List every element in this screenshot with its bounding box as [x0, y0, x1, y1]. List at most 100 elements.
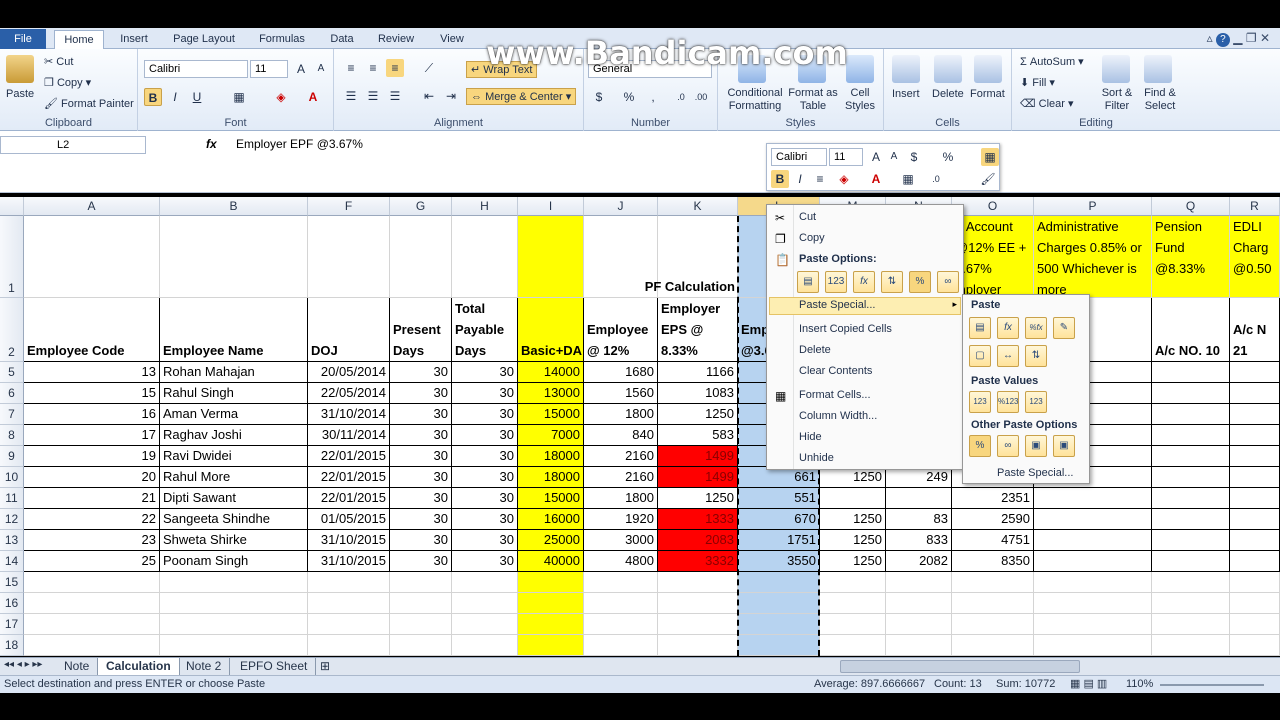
- table-cell[interactable]: 661: [738, 467, 820, 488]
- table-cell[interactable]: 15000: [518, 404, 584, 425]
- table-cell[interactable]: [658, 614, 738, 635]
- table-cell[interactable]: [1034, 635, 1152, 656]
- table-cell[interactable]: 13000: [518, 383, 584, 404]
- transpose-icon[interactable]: ⇅: [881, 271, 903, 293]
- table-cell[interactable]: [390, 593, 452, 614]
- table-cell[interactable]: [390, 614, 452, 635]
- mini-size-select[interactable]: 11: [829, 148, 863, 166]
- align-bottom-icon[interactable]: ≡: [386, 59, 404, 77]
- table-cell[interactable]: [1034, 530, 1152, 551]
- table-cell[interactable]: 551: [738, 488, 820, 509]
- table-cell[interactable]: [1230, 446, 1280, 467]
- table-cell[interactable]: [952, 635, 1034, 656]
- table-cell[interactable]: 30: [452, 404, 518, 425]
- table-cell[interactable]: Rahul More: [160, 467, 308, 488]
- row-header[interactable]: 6: [0, 383, 24, 404]
- linked-picture-icon[interactable]: ▣: [1053, 435, 1075, 457]
- table-cell[interactable]: 20: [24, 467, 160, 488]
- decrease-decimal-icon[interactable]: .00: [692, 88, 710, 106]
- table-cell[interactable]: 30: [390, 530, 452, 551]
- row-header[interactable]: 2: [0, 298, 24, 362]
- cell-q2[interactable]: A/c NO. 10: [1152, 298, 1230, 362]
- comma-button[interactable]: ,: [644, 88, 662, 106]
- mini-shrink-font-icon[interactable]: A: [885, 148, 903, 166]
- tab-page-layout[interactable]: Page Layout: [166, 30, 242, 49]
- sheet-tab-epfo-sheet[interactable]: EPFO Sheet: [232, 658, 317, 675]
- table-cell[interactable]: [518, 635, 584, 656]
- col-header-k[interactable]: K: [658, 197, 738, 216]
- table-cell[interactable]: [1230, 593, 1280, 614]
- row-header[interactable]: 17: [0, 614, 24, 635]
- mini-grow-font-icon[interactable]: A: [867, 148, 885, 166]
- cell-f2[interactable]: DOJ: [308, 298, 390, 362]
- table-cell[interactable]: 4751: [952, 530, 1034, 551]
- table-cell[interactable]: [1230, 614, 1280, 635]
- mini-font-select[interactable]: Calibri: [771, 148, 827, 166]
- table-cell[interactable]: [308, 635, 390, 656]
- table-cell[interactable]: 30: [452, 362, 518, 383]
- cell-q1-text[interactable]: Pension Fund @8.33%: [1152, 216, 1230, 298]
- paste-formatting-icon[interactable]: %: [909, 271, 931, 293]
- tab-file[interactable]: File: [0, 29, 46, 49]
- table-cell[interactable]: 30: [390, 488, 452, 509]
- table-cell[interactable]: 30: [390, 467, 452, 488]
- format-button[interactable]: Format: [970, 88, 1005, 100]
- cell-b1[interactable]: [160, 216, 308, 298]
- table-cell[interactable]: 30: [390, 509, 452, 530]
- mini-italic-button[interactable]: I: [791, 170, 809, 188]
- table-cell[interactable]: [24, 593, 160, 614]
- table-cell[interactable]: [1230, 551, 1280, 572]
- menu-delete[interactable]: Delete: [799, 344, 831, 356]
- fill-color-icon[interactable]: ◈: [272, 88, 290, 106]
- delete-cells-icon[interactable]: [934, 55, 962, 83]
- table-cell[interactable]: [308, 593, 390, 614]
- cell-r2[interactable]: A/c N 21: [1230, 298, 1280, 362]
- align-top-icon[interactable]: ≡: [342, 59, 360, 77]
- col-header-j[interactable]: J: [584, 197, 658, 216]
- table-cell[interactable]: 18000: [518, 467, 584, 488]
- table-cell[interactable]: [820, 635, 886, 656]
- table-cell[interactable]: 25: [24, 551, 160, 572]
- table-cell[interactable]: [658, 635, 738, 656]
- bold-button[interactable]: B: [144, 88, 162, 106]
- italic-button[interactable]: I: [166, 88, 184, 106]
- table-cell[interactable]: [1152, 509, 1230, 530]
- paste-link-icon[interactable]: ∞: [997, 435, 1019, 457]
- table-cell[interactable]: 30: [390, 446, 452, 467]
- table-cell[interactable]: [1152, 467, 1230, 488]
- window-controls[interactable]: ▵ ? ▁ ❐ ✕: [1207, 31, 1270, 47]
- table-cell[interactable]: [1034, 509, 1152, 530]
- table-cell[interactable]: [24, 614, 160, 635]
- table-cell[interactable]: [1152, 383, 1230, 404]
- table-cell[interactable]: [1152, 446, 1230, 467]
- table-cell[interactable]: 16000: [518, 509, 584, 530]
- table-cell[interactable]: 30: [452, 383, 518, 404]
- decrease-indent-icon[interactable]: ⇤: [420, 87, 438, 105]
- table-cell[interactable]: 1499: [658, 467, 738, 488]
- paste-icon[interactable]: [6, 55, 34, 83]
- align-right-icon[interactable]: ☰: [386, 87, 404, 105]
- sort-filter-button[interactable]: Sort & Filter: [1096, 87, 1138, 113]
- align-center-icon[interactable]: ☰: [364, 87, 382, 105]
- tab-review[interactable]: Review: [372, 30, 420, 49]
- conditional-formatting-button[interactable]: Conditional Formatting: [724, 87, 786, 113]
- table-cell[interactable]: [952, 614, 1034, 635]
- table-cell[interactable]: [1230, 572, 1280, 593]
- table-cell[interactable]: [390, 572, 452, 593]
- table-cell[interactable]: [452, 614, 518, 635]
- table-cell[interactable]: [952, 593, 1034, 614]
- mini-font-color-icon[interactable]: A: [867, 170, 885, 188]
- tab-home[interactable]: Home: [54, 30, 104, 49]
- table-cell[interactable]: [24, 572, 160, 593]
- font-name-select[interactable]: Calibri: [144, 60, 248, 78]
- table-cell[interactable]: 40000: [518, 551, 584, 572]
- table-cell[interactable]: 1250: [820, 509, 886, 530]
- table-cell[interactable]: [1230, 467, 1280, 488]
- col-header-b[interactable]: B: [160, 197, 308, 216]
- table-cell[interactable]: 30/11/2014: [308, 425, 390, 446]
- table-cell[interactable]: [518, 572, 584, 593]
- table-cell[interactable]: 22/01/2015: [308, 467, 390, 488]
- table-cell[interactable]: [1230, 635, 1280, 656]
- table-cell[interactable]: 30: [452, 530, 518, 551]
- table-cell[interactable]: 4800: [584, 551, 658, 572]
